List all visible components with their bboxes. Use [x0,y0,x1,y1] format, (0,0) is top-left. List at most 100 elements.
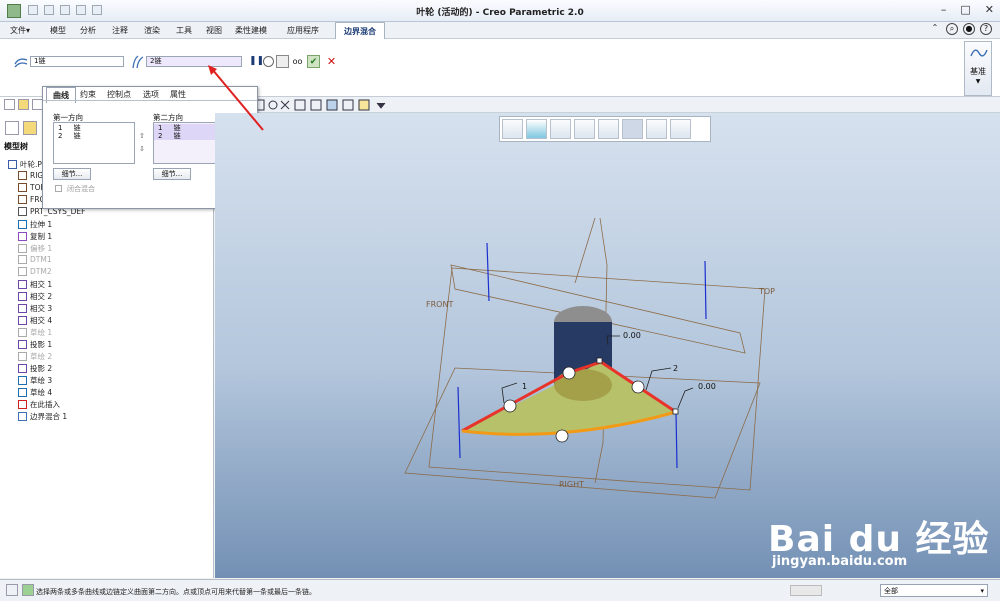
feature-icon [18,195,27,204]
chain-number-label: 1 [522,382,528,391]
cancel-button[interactable]: ✕ [325,55,338,68]
tree-item-label: 草绘 3 [30,376,53,385]
tree-item-label: 草绘 2 [30,352,53,361]
feature-icon [18,388,27,397]
minimize-button[interactable]: – [941,3,947,16]
tree-item[interactable]: RIG [18,171,43,180]
tree-item[interactable]: 偏移 1 [18,243,52,254]
tree-item[interactable]: TOP [18,183,45,192]
top-plane-label: TOP [759,287,776,296]
window-title: 叶轮 (活动的) - Creo Parametric 2.0 [416,8,584,18]
feature-icon [18,376,27,385]
tree-item-label: 相交 2 [30,292,53,301]
dimension-label[interactable]: 0.00 [623,331,641,340]
tree-item-label: 边界混合 1 [30,412,68,421]
regen-icon[interactable] [790,585,822,596]
tree-item[interactable]: DTM1 [18,255,52,264]
selection-filter[interactable]: 全部 ▾ [880,584,988,597]
graphics-viewport[interactable]: FRONT TOP RIGHT 0.00 0.00 1 2 [215,113,1000,578]
tree-item[interactable]: 在此插入 [18,399,60,410]
settings-icon[interactable]: ● [963,23,975,35]
tree-item[interactable]: 草绘 2 [18,351,52,362]
file-menu[interactable]: 文件▾ [10,25,30,36]
list-item[interactable]: 2 链 [54,132,134,140]
closed-blend-checkbox[interactable] [55,185,62,192]
chevron-down-icon: ▾ [980,587,984,595]
chain-number-label: 2 [673,364,679,373]
watermark-url: jingyan.baidu.com [772,554,908,569]
shaded-view-icon[interactable] [526,119,547,139]
dimension-label[interactable]: 0.00 [698,382,716,391]
view-tools-icons[interactable] [253,97,453,113]
confirm-button[interactable]: ✔ [307,55,320,68]
csys-display-icon[interactable] [670,119,691,139]
tab-tools[interactable]: 工具 [176,25,192,36]
datum-button[interactable]: 基准 ▼ [964,41,992,96]
tree-item-label: DTM1 [30,255,52,264]
second-details-button[interactable]: 细节... [153,168,191,180]
maximize-button[interactable]: □ [960,3,970,16]
annotation-icon[interactable] [550,119,571,139]
close-window-button[interactable]: ✕ [985,3,994,16]
tab-model[interactable]: 模型 [50,25,66,36]
tree-item[interactable]: 相交 4 [18,315,52,326]
datum-curve-icon [970,49,988,57]
tree-item-label: 拉伸 1 [30,220,53,229]
tab-applications[interactable]: 应用程序 [287,25,319,36]
feature-icon [18,400,27,409]
verify-glasses-icon[interactable]: oo [291,55,304,68]
tree-item[interactable]: 拉伸 1 [18,219,52,230]
tree-item[interactable]: 相交 3 [18,303,52,314]
status-message: 选择两条或多条曲线或边链定义曲面第二方向。点或顶点可用来代替第一条或最后一条链。 [36,588,316,596]
layer-tab-icon[interactable] [23,121,37,135]
tree-toggle-icon[interactable] [6,584,18,596]
new-doc-icon[interactable] [4,99,15,110]
feature-icon [18,255,27,264]
menu-bar: 文件▾ 模型 分析 注释 渲染 工具 视图 柔性建模 应用程序 边界混合 ⌃ ⌕… [0,22,1000,39]
tree-item-label: 草绘 4 [30,388,53,397]
axis-display-icon[interactable] [598,119,619,139]
tree-item-label: 在此插入 [30,400,60,409]
help-icon[interactable]: ? [980,23,992,35]
feature-icon [18,183,27,192]
closed-blend-label: 闭合混合 [67,185,95,193]
move-up-icon[interactable]: ⇧ [139,132,145,140]
tab-flexible-modeling[interactable]: 柔性建模 [235,25,267,36]
table-view-icon[interactable] [574,119,595,139]
folder-icon[interactable] [18,99,29,110]
tree-item[interactable]: 投影 2 [18,363,52,374]
plane-display-icon[interactable] [622,119,643,139]
tree-item[interactable]: 草绘 3 [18,375,52,386]
tab-render[interactable]: 渲染 [144,25,160,36]
list-item[interactable]: 1 链 [54,124,134,132]
tree-item[interactable]: 相交 2 [18,291,52,302]
tab-boundary-blend[interactable]: 边界混合 [335,22,385,39]
move-down-icon[interactable]: ⇩ [139,145,145,153]
graphics-toolbar [215,97,1000,113]
first-direction-list[interactable]: 1 链 2 链 [53,122,135,164]
feature-icon [18,328,27,337]
search-icon[interactable]: ⌕ [946,23,958,35]
first-direction-icon [14,58,28,68]
tab-analysis[interactable]: 分析 [80,25,96,36]
tree-item[interactable]: 投影 1 [18,339,52,350]
red-arrow [208,65,264,131]
selection-filter-value: 全部 [884,587,898,595]
tree-item[interactable]: 复制 1 [18,231,52,242]
feature-icon [8,160,17,169]
point-display-icon[interactable] [646,119,667,139]
tab-annotate[interactable]: 注释 [112,25,128,36]
tree-item[interactable]: 草绘 1 [18,327,52,338]
first-details-button[interactable]: 细节... [53,168,91,180]
first-direction-field[interactable]: 1链 [30,56,124,67]
front-plane-label: FRONT [426,300,454,309]
tree-item[interactable]: 边界混合 1 [18,411,67,422]
minimize-ribbon-icon[interactable]: ⌃ [929,23,941,35]
browser-toggle-icon[interactable] [22,584,34,596]
tree-item[interactable]: 草绘 4 [18,387,52,398]
zoom-icon[interactable] [502,119,523,139]
tree-tab-icon[interactable] [5,121,19,135]
tree-item[interactable]: 相交 1 [18,279,52,290]
tab-view[interactable]: 视图 [206,25,222,36]
tree-item[interactable]: DTM2 [18,267,52,276]
